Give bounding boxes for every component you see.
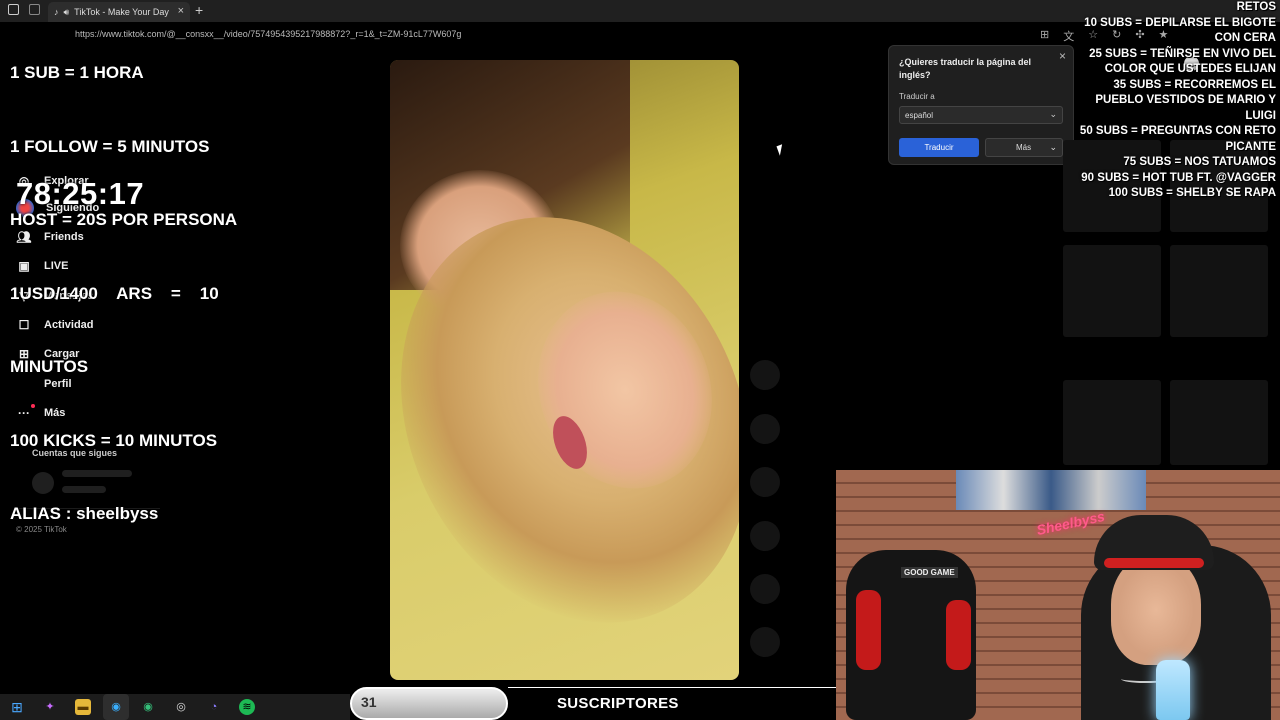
translate-target-label: Traducir a xyxy=(899,92,935,101)
challenge-line: 90 SUBS = HOT TUB FT. @VAGGER xyxy=(1081,171,1276,184)
more-options-button[interactable]: Más ⌄ xyxy=(985,138,1063,157)
edge-dev-icon[interactable]: ◉ xyxy=(140,699,156,715)
edge-icon[interactable]: ◉ xyxy=(108,699,124,715)
video-grid-placeholder xyxy=(1170,245,1268,337)
webcam-feed: Sheelbyss GOOD GAME xyxy=(836,470,1280,720)
video-grid-placeholder xyxy=(1063,380,1161,465)
challenge-line: 25 SUBS = TEÑIRSE EN VIVO DEL xyxy=(1089,47,1276,60)
rule-line: 100 KICKS = 10 MINUTOS xyxy=(10,430,218,450)
rule-line: MINUTOS xyxy=(10,357,89,376)
stream-rules-overlay: 1 SUB = 1 HORA 1 FOLLOW = 5 MINUTOS HOST… xyxy=(10,12,237,576)
subscriber-count: 31 xyxy=(361,694,377,710)
chevron-down-icon: ⌄ xyxy=(1049,109,1057,119)
discord-icon[interactable]: ◔ xyxy=(206,699,222,715)
gaming-chair-accent xyxy=(946,600,971,670)
comment-button[interactable] xyxy=(750,467,780,497)
challenge-line: 10 SUBS = DEPILARSE EL BIGOTE xyxy=(1084,16,1276,29)
challenges-title: RETOS xyxy=(1236,1,1276,13)
challenge-line: LUIGI xyxy=(1245,109,1276,122)
challenge-line: 50 SUBS = PREGUNTAS CON RETO xyxy=(1079,125,1276,137)
tiktok-video-player[interactable] xyxy=(390,60,739,680)
gaming-chair-accent xyxy=(856,590,881,670)
language-select-value: español xyxy=(905,111,934,120)
divider xyxy=(508,687,836,688)
translate-button[interactable]: Traducir xyxy=(899,138,979,157)
close-icon[interactable]: × xyxy=(1059,49,1066,63)
chair-badge: GOOD GAME xyxy=(901,567,958,578)
save-button[interactable] xyxy=(750,521,780,551)
chevron-down-icon: ⌄ xyxy=(1049,142,1057,152)
challenges-overlay: RETOS 10 SUBS = DEPILARSE EL BIGOTE CON … xyxy=(1066,0,1276,202)
rule-line: 1 FOLLOW = 5 MINUTOS xyxy=(10,136,210,156)
app-install-icon[interactable]: ⊞ xyxy=(1040,28,1049,44)
video-grid-placeholder xyxy=(1063,245,1161,337)
translate-popup: ¿Quieres traducir la página del inglés? … xyxy=(888,45,1074,165)
spotify-icon[interactable]: ≋ xyxy=(239,699,255,715)
windows-start-icon[interactable]: ⊞ xyxy=(9,699,25,715)
streamer-face xyxy=(1111,555,1201,665)
challenge-line: CON CERA xyxy=(1214,32,1276,44)
lamp xyxy=(1156,660,1190,720)
wall-posters xyxy=(956,470,1146,510)
copilot-icon[interactable]: ✦ xyxy=(42,699,58,715)
challenge-line: 35 SUBS = RECORREMOS EL xyxy=(1113,78,1276,91)
language-select[interactable]: español ⌄ xyxy=(899,106,1063,124)
subscriber-bar: 31 SUSCRIPTORES xyxy=(350,687,836,720)
file-explorer-icon[interactable]: ▬ xyxy=(75,699,91,715)
music-button[interactable] xyxy=(750,627,780,657)
subathon-timer: 78:25:17 xyxy=(16,176,145,211)
challenge-line: 75 SUBS = NOS TATUAMOS xyxy=(1123,156,1276,168)
challenge-line: 100 SUBS = SHELBY SE RAPA xyxy=(1108,187,1276,199)
share-button[interactable] xyxy=(750,574,780,604)
screen: ♪ 🔊︎ TikTok - Make Your Day × + https://… xyxy=(0,0,1280,720)
streamer-cap-band xyxy=(1104,558,1204,568)
rule-line: 1USD/1400 ARS = 10 xyxy=(10,283,219,303)
avatar-action-button[interactable] xyxy=(750,360,780,390)
rule-line: 1 SUB = 1 HORA xyxy=(10,63,144,82)
translate-title: ¿Quieres traducir la página del inglés? xyxy=(899,57,1032,80)
mouse-cursor-icon xyxy=(776,144,786,156)
subscriber-label: SUSCRIPTORES xyxy=(557,695,679,712)
challenge-line: COLOR QUE USTEDES ELIJAN xyxy=(1104,63,1276,75)
challenge-line: PICANTE xyxy=(1225,140,1276,153)
more-button-label: Más xyxy=(1016,143,1032,152)
windows-taskbar: ⊞ ✦ ▬ ◉ ◉ ◎ ◔ ≋ xyxy=(0,694,350,720)
challenge-line: PUEBLO VESTIDOS DE MARIO Y xyxy=(1095,94,1276,106)
obs-icon[interactable]: ◎ xyxy=(173,699,189,715)
video-grid-placeholder xyxy=(1170,380,1268,465)
subscriber-count-pill: 31 xyxy=(350,687,508,720)
like-button[interactable] xyxy=(750,414,780,444)
rule-line: ALIAS : sheelbyss xyxy=(10,504,159,523)
